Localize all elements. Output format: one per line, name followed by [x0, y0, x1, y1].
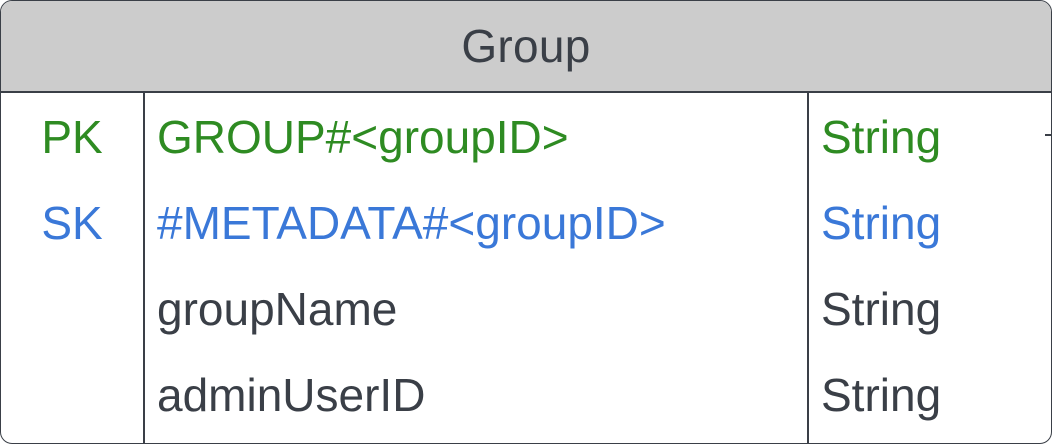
- attribute-type-pk: String: [821, 111, 942, 163]
- attribute-row-partition-key: PK GROUP#<groupID> String: [1, 93, 1051, 181]
- attribute-type-admin-user-id: String: [821, 369, 942, 421]
- attribute-type-group-name: String: [821, 283, 942, 335]
- attribute-type-sk: String: [821, 197, 942, 249]
- key-label-pk: PK: [41, 111, 103, 163]
- connector-stub: [1045, 134, 1051, 136]
- attribute-row-sort-key: SK #METADATA#<groupID> String: [1, 179, 1051, 267]
- entity-table-group: Group PK GROUP#<groupID> String SK #META…: [0, 0, 1052, 444]
- attribute-row-admin-user-id: adminUserID String: [1, 351, 1051, 439]
- attribute-name-group-name: groupName: [157, 283, 398, 335]
- key-label-sk: SK: [41, 197, 103, 249]
- attribute-row-group-name: groupName String: [1, 265, 1051, 353]
- attribute-rows: PK GROUP#<groupID> String SK #METADATA#<…: [1, 93, 1051, 443]
- attribute-name-pk: GROUP#<groupID>: [157, 111, 569, 163]
- attribute-name-sk: #METADATA#<groupID>: [157, 197, 666, 249]
- attribute-name-admin-user-id: adminUserID: [157, 369, 426, 421]
- entity-header: Group: [1, 1, 1051, 93]
- entity-title: Group: [461, 20, 591, 72]
